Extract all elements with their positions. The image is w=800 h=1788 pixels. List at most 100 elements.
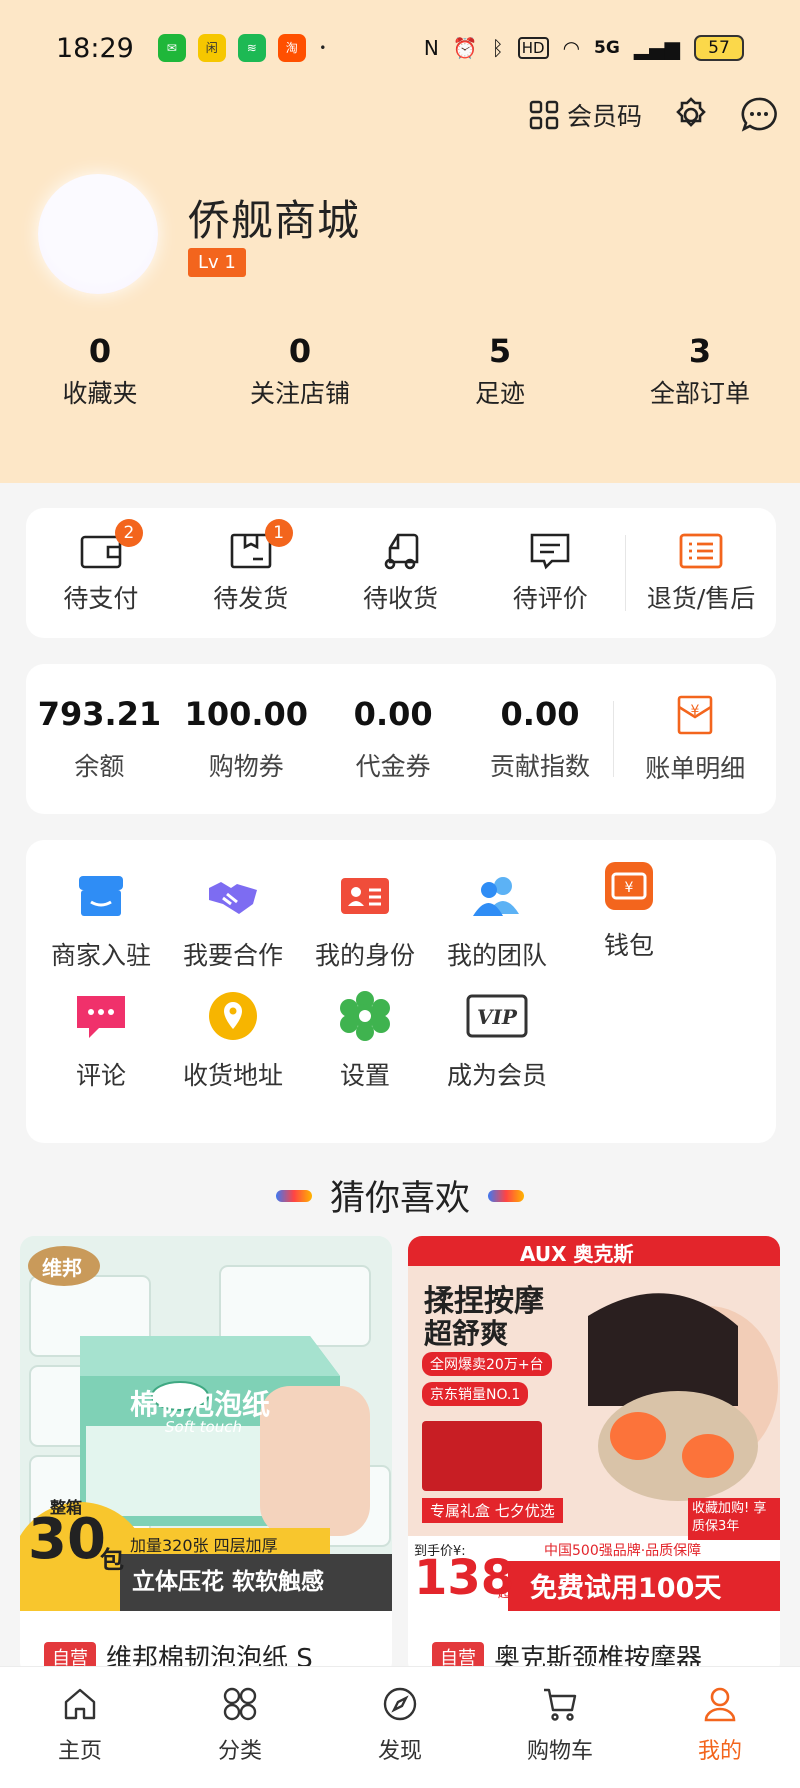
stat-footprints[interactable]: 5 足迹 bbox=[400, 332, 600, 410]
tab-home[interactable]: 主页 bbox=[0, 1667, 160, 1788]
service-address[interactable]: 收货地址 bbox=[158, 990, 308, 1092]
service-comment[interactable]: 评论 bbox=[26, 990, 176, 1092]
home-icon bbox=[64, 1688, 96, 1720]
wallet-label: 购物券 bbox=[208, 752, 284, 781]
order-label: 退货/售后 bbox=[646, 584, 756, 613]
comment-icon bbox=[77, 996, 125, 1038]
service-label: 我要合作 bbox=[182, 941, 283, 970]
member-code-button[interactable]: 会员码 bbox=[529, 97, 642, 133]
taobao-icon: 淘 bbox=[277, 34, 306, 62]
wallet-shopping-coupon[interactable]: 100.00 购物券 bbox=[173, 695, 320, 783]
tab-me[interactable]: 我的 bbox=[640, 1667, 800, 1788]
service-identity[interactable]: 我的身份 bbox=[290, 870, 440, 972]
order-returns[interactable]: 退货/售后 bbox=[626, 531, 776, 615]
service-settings[interactable]: 设置 bbox=[290, 990, 440, 1092]
service-become-member[interactable]: VIP 成为会员 bbox=[422, 990, 572, 1092]
stat-value: 0 bbox=[88, 332, 112, 370]
corner-number: 30 bbox=[28, 1507, 106, 1572]
wallet-value: 100.00 bbox=[184, 695, 309, 733]
banner-top-text: 加量320张 四层加厚 bbox=[130, 1536, 278, 1555]
status-right: N ⏰ ᛒ HD ◠ 5G ▂▄▆ 57 bbox=[424, 35, 744, 61]
wallet-balance[interactable]: 793.21 余额 bbox=[26, 695, 173, 783]
stat-favorites[interactable]: 0 收藏夹 bbox=[0, 332, 200, 410]
handshake-icon bbox=[209, 882, 257, 914]
service-team[interactable]: 我的团队 bbox=[422, 870, 572, 972]
stat-value: 3 bbox=[688, 332, 712, 370]
service-wallet[interactable]: ¥ 钱包 bbox=[554, 860, 704, 962]
product-card[interactable]: 维邦 棉韧泡泡纸 Soft touch 整箱 30 包 加量320张 四层加厚 … bbox=[20, 1236, 392, 1676]
stat-followed-shops[interactable]: 0 关注店铺 bbox=[200, 332, 400, 410]
message-icon[interactable] bbox=[740, 96, 778, 134]
tab-category[interactable]: 分类 bbox=[160, 1667, 320, 1788]
wallet-voucher[interactable]: 0.00 代金券 bbox=[320, 695, 467, 783]
package-text: 棉韧泡泡纸 bbox=[130, 1388, 271, 1421]
tab-cart[interactable]: 购物车 bbox=[480, 1667, 640, 1788]
xianyu-icon: 闲 bbox=[197, 34, 226, 62]
wallet-value: 0.00 bbox=[353, 695, 433, 733]
header-actions: 会员码 bbox=[529, 96, 778, 134]
decor-dash-icon bbox=[488, 1189, 524, 1202]
service-label: 我的身份 bbox=[314, 941, 415, 970]
stat-value: 0 bbox=[288, 332, 312, 370]
order-label: 待支付 bbox=[63, 584, 139, 613]
stat-label: 全部订单 bbox=[649, 379, 750, 408]
signal-label: 5G bbox=[594, 38, 620, 58]
tab-discover[interactable]: 发现 bbox=[320, 1667, 480, 1788]
tab-label: 分类 bbox=[217, 1739, 262, 1764]
tab-label: 发现 bbox=[377, 1739, 422, 1764]
guess-title: 猜你喜欢 bbox=[329, 1179, 470, 1219]
spotify-icon: ≋ bbox=[237, 34, 266, 62]
compass-icon bbox=[383, 1687, 417, 1721]
svg-text:¥: ¥ bbox=[691, 703, 700, 719]
stat-label: 关注店铺 bbox=[249, 379, 350, 408]
battery-icon: 57 bbox=[694, 35, 744, 61]
id-card-icon bbox=[341, 878, 389, 914]
bluetooth-icon: ᛒ bbox=[491, 36, 504, 60]
order-pending-payment[interactable]: 2 待支付 bbox=[26, 519, 176, 615]
review-icon bbox=[530, 533, 570, 570]
settings-gear-icon[interactable] bbox=[672, 96, 710, 134]
order-label: 待发货 bbox=[213, 584, 289, 613]
shop-name: 侨舰商城 bbox=[188, 196, 361, 245]
team-icon bbox=[473, 877, 519, 916]
avatar[interactable] bbox=[38, 174, 158, 294]
list-icon bbox=[679, 533, 723, 569]
order-pending-receipt[interactable]: 待收货 bbox=[326, 531, 476, 615]
order-pending-shipment[interactable]: 1 待发货 bbox=[176, 519, 326, 615]
svg-text:¥: ¥ bbox=[625, 880, 634, 896]
wallet-label: 贡献指数 bbox=[490, 752, 591, 781]
user-icon bbox=[704, 1687, 736, 1722]
wechat-icon: ✉ bbox=[157, 34, 186, 62]
wallet-card: 793.21 余额 100.00 购物券 0.00 代金券 0.00 贡献指数 ¥ 账单… bbox=[26, 664, 776, 814]
trial-text: 免费试用100天 bbox=[530, 1573, 722, 1604]
more-dot-icon: • bbox=[319, 41, 327, 55]
status-time: 18:29 bbox=[56, 32, 134, 64]
service-cooperation[interactable]: 我要合作 bbox=[158, 870, 308, 972]
bottom-tab-bar: 主页 分类 发现 购物车 我的 bbox=[0, 1666, 800, 1788]
service-label: 收货地址 bbox=[182, 1061, 283, 1090]
brand-logo: AUX 奥克斯 bbox=[520, 1242, 634, 1266]
pill-sales: 全网爆卖20万+台 bbox=[422, 1352, 552, 1376]
profile-stats: 0 收藏夹 0 关注店铺 5 足迹 3 全部订单 bbox=[0, 332, 800, 410]
decor-dash-icon bbox=[275, 1189, 312, 1202]
bill-envelope-icon: ¥ bbox=[677, 695, 713, 735]
bill-details-button[interactable]: ¥ 账单明细 bbox=[614, 693, 776, 785]
price-unit: 起 bbox=[498, 1586, 511, 1600]
service-merchant-join[interactable]: 商家入驻 bbox=[26, 870, 176, 972]
order-pending-review[interactable]: 待评价 bbox=[475, 531, 625, 615]
wallet-contribution[interactable]: 0.00 贡献指数 bbox=[467, 695, 614, 783]
notification-icons: ✉ 闲 ≋ 淘 • bbox=[157, 34, 328, 62]
hd-icon: HD bbox=[517, 37, 549, 59]
signal-bars-icon: ▂▄▆ bbox=[633, 36, 680, 60]
service-label: 钱包 bbox=[603, 931, 654, 960]
flower-settings-icon bbox=[340, 991, 390, 1041]
product-card[interactable]: AUX 奥克斯 揉捏按摩 超舒爽 全网爆卖20万+台 京东销量NO.1 专属礼盒… bbox=[408, 1236, 780, 1676]
service-label: 我的团队 bbox=[446, 941, 547, 970]
store-icon bbox=[79, 876, 123, 916]
stat-all-orders[interactable]: 3 全部订单 bbox=[600, 332, 800, 410]
tab-label: 购物车 bbox=[526, 1739, 593, 1764]
wallet-value: 0.00 bbox=[500, 695, 580, 733]
member-code-label: 会员码 bbox=[566, 102, 642, 131]
package-subtext: Soft touch bbox=[165, 1418, 242, 1436]
wifi-icon: ◠ bbox=[562, 36, 581, 60]
